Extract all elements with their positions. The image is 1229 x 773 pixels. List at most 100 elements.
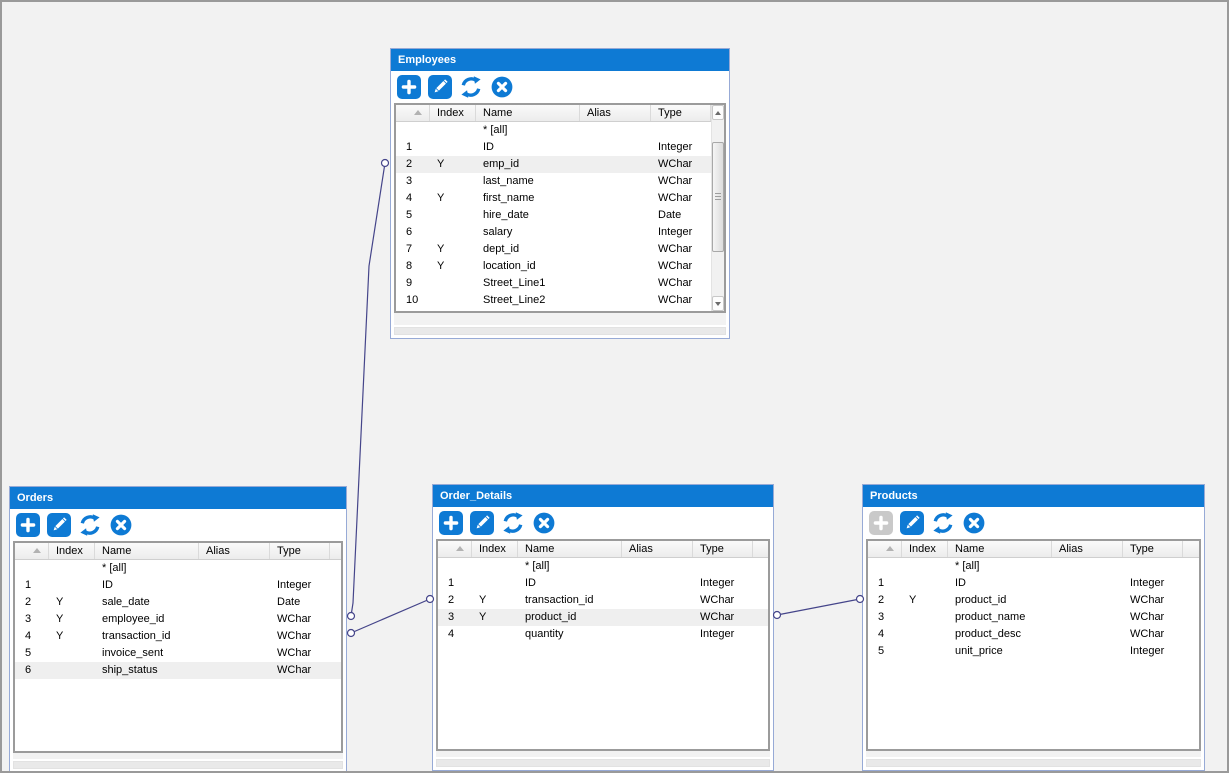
header-cell-index[interactable]: Index xyxy=(49,543,95,559)
horizontal-scrollbar[interactable] xyxy=(866,759,1201,767)
column-row[interactable]: 3product_nameWChar xyxy=(868,609,1199,626)
delete-button[interactable] xyxy=(109,513,133,537)
header-cell-alias[interactable]: Alias xyxy=(199,543,270,559)
header-cell-index[interactable]: Index xyxy=(472,541,518,557)
table-panel-order-details[interactable]: Order_Details xyxy=(432,484,774,771)
horizontal-scrollbar[interactable] xyxy=(394,327,726,335)
column-row[interactable]: 2Ytransaction_idWChar xyxy=(438,592,768,609)
header-cell-sort[interactable] xyxy=(15,543,49,559)
table-titlebar[interactable]: Orders xyxy=(10,487,346,509)
column-row[interactable]: 1IDInteger xyxy=(396,139,711,156)
edit-button[interactable] xyxy=(428,75,452,99)
column-row[interactable]: 4Ytransaction_idWChar xyxy=(15,628,341,645)
cell-name: Street_Line3 xyxy=(476,309,580,313)
header-cell-alias[interactable]: Alias xyxy=(622,541,693,557)
column-row[interactable]: 10Street_Line2WChar xyxy=(396,292,711,309)
select-all-row[interactable]: * [all] xyxy=(438,558,768,575)
column-row[interactable]: 1IDInteger xyxy=(438,575,768,592)
edit-button[interactable] xyxy=(470,511,494,535)
column-row[interactable]: 3Yemployee_idWChar xyxy=(15,611,341,628)
edit-button[interactable] xyxy=(47,513,71,537)
triangle-down-icon xyxy=(715,302,721,306)
column-row[interactable]: 4product_descWChar xyxy=(868,626,1199,643)
add-column-button[interactable] xyxy=(16,513,40,537)
cell-type xyxy=(1123,558,1183,575)
column-row[interactable]: 9Street_Line1WChar xyxy=(396,275,711,292)
column-row[interactable]: 3last_nameWChar xyxy=(396,173,711,190)
header-cell-type[interactable]: Type xyxy=(270,543,330,559)
header-cell-type[interactable]: Type xyxy=(693,541,753,557)
delete-button[interactable] xyxy=(962,511,986,535)
diagram-canvas[interactable]: Employees xyxy=(0,0,1229,773)
horizontal-scrollbar[interactable] xyxy=(13,761,343,769)
cell-alias xyxy=(580,207,651,224)
grid-rows: * [all]1IDInteger2Ysale_dateDate3Yemploy… xyxy=(15,560,341,679)
column-row[interactable]: 4Yfirst_nameWChar xyxy=(396,190,711,207)
cell-name: hire_date xyxy=(476,207,580,224)
table-title: Order_Details xyxy=(440,490,512,502)
cell-number: 11 xyxy=(396,309,430,313)
relationship-line xyxy=(351,599,430,633)
columns-grid: Index Name Alias Type * [all]1IDInteger2… xyxy=(13,541,343,753)
column-row[interactable]: 5unit_priceInteger xyxy=(868,643,1199,660)
table-titlebar[interactable]: Order_Details xyxy=(433,485,773,507)
header-cell-name[interactable]: Name xyxy=(95,543,199,559)
column-row[interactable]: 8Ylocation_idWChar xyxy=(396,258,711,275)
column-row[interactable]: 1IDInteger xyxy=(868,575,1199,592)
cell-name: * [all] xyxy=(476,122,580,139)
header-cell-index[interactable]: Index xyxy=(430,105,476,121)
column-row[interactable]: 5hire_dateDate xyxy=(396,207,711,224)
table-panel-orders[interactable]: Orders xyxy=(9,486,347,773)
table-titlebar[interactable]: Employees xyxy=(391,49,729,71)
refresh-icon xyxy=(78,513,102,537)
select-all-row[interactable]: * [all] xyxy=(868,558,1199,575)
delete-button[interactable] xyxy=(532,511,556,535)
refresh-icon xyxy=(459,75,483,99)
scroll-thumb[interactable] xyxy=(712,142,724,252)
column-row[interactable]: 3Yproduct_idWChar xyxy=(438,609,768,626)
header-cell-index[interactable]: Index xyxy=(902,541,948,557)
add-column-button[interactable] xyxy=(439,511,463,535)
header-cell-sort[interactable] xyxy=(868,541,902,557)
column-row[interactable]: 4quantityInteger xyxy=(438,626,768,643)
table-panel-products[interactable]: Products xyxy=(862,484,1205,771)
header-cell-name[interactable]: Name xyxy=(476,105,580,121)
table-panel-employees[interactable]: Employees xyxy=(390,48,730,339)
table-title: Employees xyxy=(398,54,456,66)
header-cell-sort[interactable] xyxy=(396,105,430,121)
horizontal-scrollbar[interactable] xyxy=(436,759,770,767)
cell-type: WChar xyxy=(651,275,711,292)
column-row[interactable]: 11Street_Line3WChar xyxy=(396,309,711,313)
refresh-button[interactable] xyxy=(78,513,102,537)
header-cell-alias[interactable]: Alias xyxy=(1052,541,1123,557)
header-cell-type[interactable]: Type xyxy=(651,105,711,121)
header-cell-name[interactable]: Name xyxy=(518,541,622,557)
vertical-scrollbar[interactable] xyxy=(711,105,724,311)
cell-alias xyxy=(580,258,651,275)
select-all-row[interactable]: * [all] xyxy=(396,122,711,139)
header-cell-type[interactable]: Type xyxy=(1123,541,1183,557)
column-row[interactable]: 5invoice_sentWChar xyxy=(15,645,341,662)
scroll-up-button[interactable] xyxy=(712,105,724,120)
header-cell-name[interactable]: Name xyxy=(948,541,1052,557)
add-column-button[interactable] xyxy=(397,75,421,99)
cell-number: 7 xyxy=(396,241,430,258)
edit-button[interactable] xyxy=(900,511,924,535)
select-all-row[interactable]: * [all] xyxy=(15,560,341,577)
header-cell-sort[interactable] xyxy=(438,541,472,557)
column-row[interactable]: 1IDInteger xyxy=(15,577,341,594)
column-row[interactable]: 7Ydept_idWChar xyxy=(396,241,711,258)
header-cell-alias[interactable]: Alias xyxy=(580,105,651,121)
delete-button[interactable] xyxy=(490,75,514,99)
refresh-button[interactable] xyxy=(459,75,483,99)
column-row[interactable]: 2Yproduct_idWChar xyxy=(868,592,1199,609)
column-row[interactable]: 2Yemp_idWChar xyxy=(396,156,711,173)
refresh-button[interactable] xyxy=(501,511,525,535)
refresh-button[interactable] xyxy=(931,511,955,535)
column-row[interactable]: 6salaryInteger xyxy=(396,224,711,241)
column-row[interactable]: 6ship_statusWChar xyxy=(15,662,341,679)
scroll-down-button[interactable] xyxy=(712,296,724,311)
header-cell-filler xyxy=(1183,541,1199,557)
table-titlebar[interactable]: Products xyxy=(863,485,1204,507)
column-row[interactable]: 2Ysale_dateDate xyxy=(15,594,341,611)
